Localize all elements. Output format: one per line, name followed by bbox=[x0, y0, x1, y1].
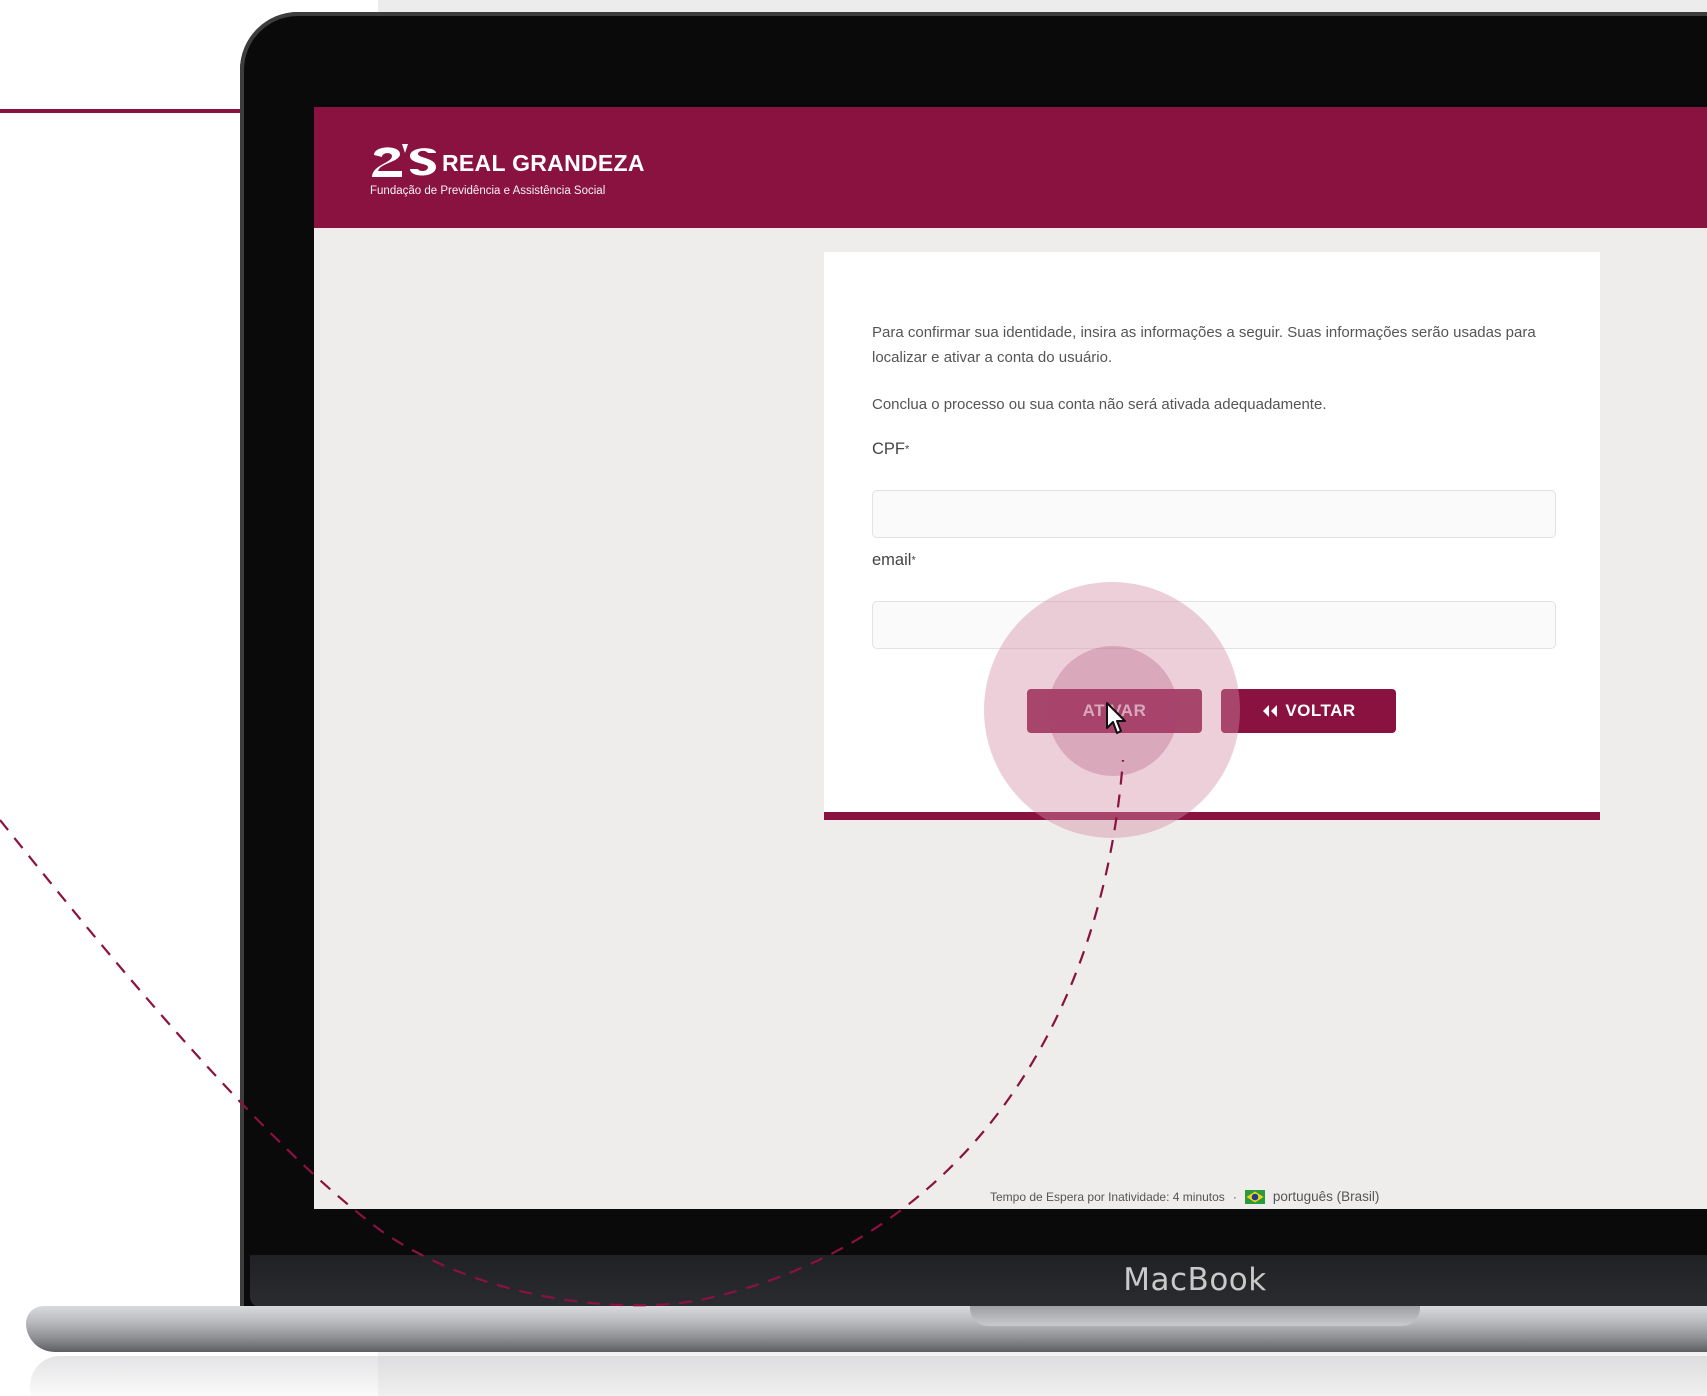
double-chevron-left-icon bbox=[1263, 705, 1278, 717]
page-footer: Tempo de Espera por Inatividade: 4 minut… bbox=[990, 1189, 1379, 1204]
laptop-screen: REAL GRANDEZA Fundação de Previdência e … bbox=[314, 107, 1707, 1209]
language-selector[interactable]: português (Brasil) bbox=[1273, 1189, 1380, 1204]
warning-text: Conclua o processo ou sua conta não será… bbox=[872, 396, 1327, 413]
ativar-button-label: ATIVAR bbox=[1082, 701, 1147, 720]
cpf-label-text: CPF bbox=[872, 440, 905, 458]
inactivity-timeout-text: Tempo de Espera por Inatividade: 4 minut… bbox=[990, 1189, 1225, 1204]
brand-name: REAL GRANDEZA bbox=[442, 150, 645, 176]
logo-mark-icon bbox=[372, 144, 436, 177]
laptop-base bbox=[26, 1306, 1707, 1352]
page-header: REAL GRANDEZA Fundação de Previdência e … bbox=[314, 107, 1707, 228]
brand-subtitle: Fundação de Previdência e Assistência So… bbox=[370, 185, 606, 197]
cpf-label: CPF* bbox=[872, 440, 909, 459]
decorative-line bbox=[0, 109, 260, 113]
footer-separator: · bbox=[1232, 1189, 1237, 1204]
required-mark: * bbox=[905, 443, 910, 456]
email-label: email* bbox=[872, 551, 916, 570]
cpf-input[interactable] bbox=[872, 490, 1556, 538]
email-label-text: email bbox=[872, 551, 912, 569]
voltar-button-label: VOLTAR bbox=[1285, 701, 1356, 720]
laptop-chin bbox=[250, 1255, 1707, 1307]
voltar-button[interactable]: VOLTAR bbox=[1221, 689, 1396, 733]
brazil-flag-icon bbox=[1244, 1189, 1265, 1204]
laptop-reflection bbox=[30, 1356, 1707, 1396]
required-mark: * bbox=[911, 554, 916, 567]
email-input[interactable] bbox=[872, 601, 1556, 649]
device-label: MacBook bbox=[1123, 1262, 1267, 1298]
intro-text: Para confirmar sua identidade, insira as… bbox=[872, 324, 1536, 366]
laptop-base-notch bbox=[970, 1306, 1420, 1326]
activation-card: Para confirmar sua identidade, insira as… bbox=[824, 252, 1600, 820]
ativar-button[interactable]: ATIVAR bbox=[1027, 689, 1202, 733]
